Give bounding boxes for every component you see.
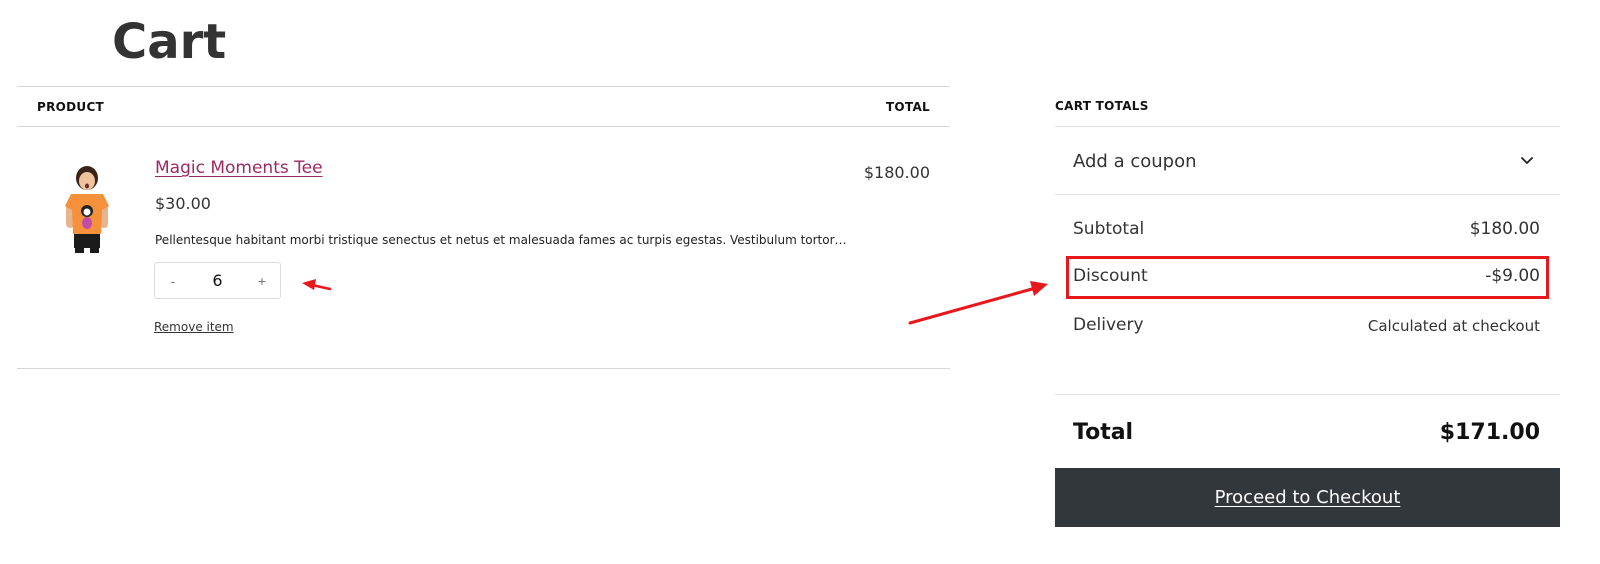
cart-item-row: Magic Moments Tee $30.00 Pellentesque ha… bbox=[17, 127, 950, 368]
add-coupon-toggle[interactable]: Add a coupon bbox=[1055, 127, 1560, 194]
divider bbox=[17, 368, 950, 369]
subtotal-row: Subtotal $180.00 bbox=[1073, 219, 1540, 249]
cart-table: PRODUCT TOTAL Magic Moments Tee $30.00 P… bbox=[17, 86, 950, 369]
proceed-to-checkout-button[interactable]: Proceed to Checkout bbox=[1055, 468, 1560, 527]
total-row: Total $171.00 bbox=[1073, 420, 1540, 450]
divider bbox=[1055, 394, 1560, 395]
increment-button[interactable]: + bbox=[256, 273, 268, 289]
cart-page: Cart PRODUCT TOTAL Magic Moments Tee $30… bbox=[0, 0, 1600, 564]
column-header-total: TOTAL bbox=[885, 100, 930, 114]
subtotal-label: Subtotal bbox=[1073, 219, 1145, 239]
discount-highlight-box bbox=[1066, 256, 1549, 299]
line-total: $180.00 bbox=[863, 163, 930, 182]
remove-item-link[interactable]: Remove item bbox=[154, 320, 234, 334]
cart-totals-heading: CART TOTALS bbox=[1055, 99, 1149, 113]
decrement-button[interactable]: - bbox=[167, 273, 179, 289]
total-value: $171.00 bbox=[1439, 420, 1540, 445]
total-label: Total bbox=[1073, 420, 1134, 445]
product-name-link[interactable]: Magic Moments Tee bbox=[155, 158, 323, 178]
delivery-label: Delivery bbox=[1073, 315, 1144, 335]
coupon-label: Add a coupon bbox=[1073, 151, 1197, 172]
product-price: $30.00 bbox=[155, 194, 211, 213]
column-header-product: PRODUCT bbox=[37, 100, 105, 114]
product-description: Pellentesque habitant morbi tristique se… bbox=[155, 233, 847, 247]
quantity-input[interactable]: 6 bbox=[212, 271, 222, 290]
delivery-row: Delivery Calculated at checkout bbox=[1073, 315, 1540, 345]
page-title: Cart bbox=[112, 14, 227, 70]
divider bbox=[1055, 194, 1560, 195]
product-image[interactable] bbox=[57, 162, 117, 254]
quantity-stepper: - 6 + bbox=[154, 262, 281, 299]
subtotal-value: $180.00 bbox=[1469, 219, 1540, 239]
chevron-down-icon bbox=[1520, 153, 1534, 167]
delivery-value: Calculated at checkout bbox=[1367, 317, 1540, 335]
table-header: PRODUCT TOTAL bbox=[17, 87, 950, 126]
